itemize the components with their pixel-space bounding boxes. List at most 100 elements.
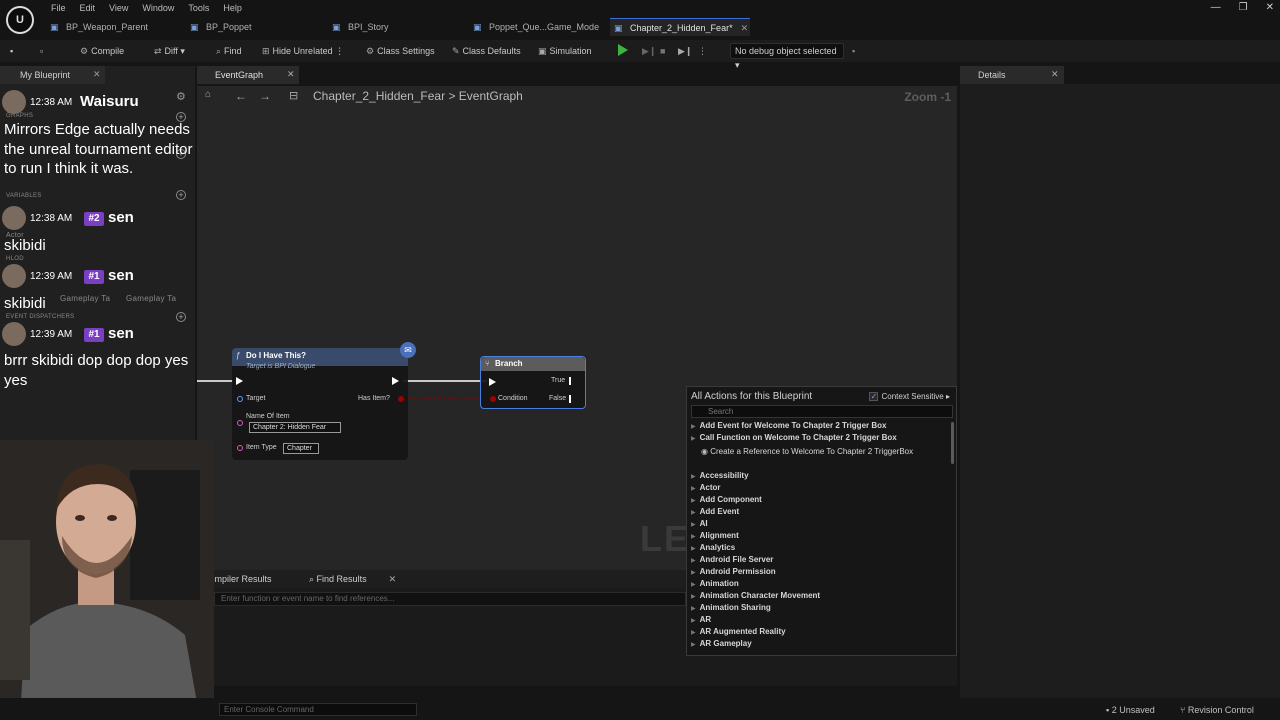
breadcrumb-root[interactable]: Chapter_2_Hidden_Fear bbox=[313, 89, 445, 103]
action-list-item[interactable]: ▶ Animation Sharing bbox=[691, 603, 771, 612]
expand-arrow-icon[interactable]: ▶ bbox=[691, 534, 696, 540]
step-icon[interactable]: ▶❙ bbox=[642, 44, 656, 58]
simulation-button[interactable]: ▣ Simulation bbox=[538, 44, 592, 58]
close-icon[interactable]: ✕ bbox=[93, 69, 101, 80]
class-settings-button[interactable]: ⚙ Class Settings bbox=[366, 44, 435, 58]
true-exec-pin[interactable] bbox=[569, 377, 571, 385]
menu-file[interactable]: File bbox=[44, 2, 73, 14]
node-do-i-have-this[interactable]: Do I Have This? Target is BPI Dialogue ƒ… bbox=[232, 342, 416, 460]
scrollbar[interactable] bbox=[951, 422, 954, 464]
menu-window[interactable]: Window bbox=[135, 2, 181, 14]
gear-icon[interactable]: ⚙ bbox=[176, 90, 186, 103]
menu-help[interactable]: Help bbox=[216, 2, 249, 14]
expand-arrow-icon[interactable]: ▶ bbox=[691, 498, 696, 504]
unsaved-indicator[interactable]: ▪ 2 Unsaved bbox=[1106, 705, 1155, 715]
close-icon[interactable]: ✕ bbox=[287, 69, 295, 80]
expand-arrow-icon[interactable]: ▶ bbox=[691, 510, 696, 516]
diff-button[interactable]: ⇄ Diff ▾ bbox=[154, 44, 185, 58]
tab-chapter-2-hidden-fear[interactable]: ▣ Chapter_2_Hidden_Fear* ✕ bbox=[610, 18, 750, 36]
minimize-icon[interactable]: — bbox=[1211, 2, 1221, 13]
tab-my-blueprint[interactable]: My Blueprint bbox=[0, 66, 105, 84]
tab-bp-poppet[interactable]: ▣ BP_Poppet bbox=[186, 18, 252, 36]
expand-arrow-icon[interactable]: ▶ bbox=[691, 594, 696, 600]
name-of-item-pin[interactable] bbox=[237, 420, 243, 426]
eject-icon[interactable]: ▶❙ bbox=[678, 44, 692, 58]
play-icon[interactable] bbox=[618, 44, 628, 56]
revision-control-button[interactable]: ⑂ Revision Control bbox=[1180, 705, 1254, 715]
hide-unrelated-button[interactable]: ⊞ Hide Unrelated ⋮ bbox=[262, 44, 344, 58]
menu-view[interactable]: View bbox=[102, 2, 135, 14]
tab-bp-weapon-parent[interactable]: ▣ BP_Weapon_Parent bbox=[46, 18, 148, 36]
close-icon[interactable]: ✕ bbox=[1051, 69, 1059, 80]
expand-arrow-icon[interactable]: ▶ bbox=[691, 582, 696, 588]
graph-home-icon[interactable]: ⌂ bbox=[205, 89, 211, 100]
action-list-item[interactable]: ▶ AR bbox=[691, 615, 711, 624]
action-list-item[interactable]: ▶ AI bbox=[691, 519, 708, 528]
name-of-item-field[interactable]: Chapter 2: Hidden Fear bbox=[249, 422, 341, 433]
false-exec-pin[interactable] bbox=[569, 395, 571, 403]
action-list-item[interactable]: ▶ Android File Server bbox=[691, 555, 773, 564]
expand-arrow-icon[interactable]: ▶ bbox=[691, 546, 696, 552]
expand-arrow-icon[interactable]: ▶ bbox=[691, 558, 696, 564]
action-list-item[interactable]: ▶ Actor bbox=[691, 483, 721, 492]
debug-object-select[interactable]: No debug object selected ▾ bbox=[730, 43, 844, 70]
expand-arrow-icon[interactable]: ▶ bbox=[691, 606, 696, 612]
maximize-icon[interactable]: ❐ bbox=[1239, 2, 1248, 13]
action-list-item[interactable]: ▶ Accessibility bbox=[691, 471, 749, 480]
context-sensitive-toggle[interactable]: ✓ Context Sensitive ▸ bbox=[869, 392, 950, 401]
tab-find-results[interactable]: ⌕ Find Results ✕ bbox=[303, 570, 396, 588]
action-list-item[interactable]: ▶ AR Gameplay bbox=[691, 639, 752, 648]
action-list-item[interactable]: ▶ Alignment bbox=[691, 531, 739, 540]
item-type-pin[interactable] bbox=[237, 445, 243, 451]
find-references-input[interactable]: Enter function or event name to find ref… bbox=[214, 592, 686, 606]
debug-filter-icon[interactable]: ▪ bbox=[852, 44, 855, 58]
action-list-item[interactable]: ▶ Animation Character Movement bbox=[691, 591, 820, 600]
close-icon[interactable]: ✕ bbox=[741, 23, 749, 33]
add-event-dispatcher-icon[interactable]: + bbox=[176, 312, 186, 322]
more-options-icon[interactable]: ⋮ bbox=[698, 44, 707, 58]
expand-arrow-icon[interactable]: ▶ bbox=[691, 570, 696, 576]
has-item-pin[interactable] bbox=[398, 396, 404, 402]
condition-pin[interactable] bbox=[490, 396, 496, 402]
expand-arrow-icon[interactable]: ▶ bbox=[691, 630, 696, 636]
action-list-item[interactable]: ▶ Call Function on Welcome To Chapter 2 T… bbox=[691, 433, 897, 442]
unreal-logo-icon[interactable]: U bbox=[6, 6, 34, 34]
exec-out-pin[interactable] bbox=[392, 377, 399, 385]
expand-arrow-icon[interactable]: ▶ bbox=[691, 618, 696, 624]
close-icon[interactable]: ✕ bbox=[389, 574, 397, 584]
action-list-item[interactable]: ▶ AR Augmented Reality bbox=[691, 627, 786, 636]
expand-arrow-icon[interactable]: ▶ bbox=[691, 474, 696, 480]
menu-tools[interactable]: Tools bbox=[181, 2, 216, 14]
exec-in-pin[interactable] bbox=[489, 378, 496, 386]
add-macro-icon[interactable]: + bbox=[176, 190, 186, 200]
action-list-item[interactable]: ▶ Android Permission bbox=[691, 567, 776, 576]
class-defaults-button[interactable]: ✎ Class Defaults bbox=[452, 44, 521, 58]
action-list-item[interactable]: ▶ Add Component bbox=[691, 495, 762, 504]
node-branch[interactable]: Branch ⑂ True Condition False bbox=[480, 356, 586, 409]
menu-edit[interactable]: Edit bbox=[73, 2, 103, 14]
compile-button[interactable]: ⚙ Compile bbox=[80, 44, 124, 58]
expand-arrow-icon[interactable]: ▶ bbox=[691, 642, 696, 648]
action-list-item[interactable]: ▶ Add Event bbox=[691, 507, 739, 516]
expand-arrow-icon[interactable]: ▶ bbox=[691, 424, 696, 430]
tab-event-graph[interactable]: EventGraph bbox=[197, 66, 299, 84]
action-search-input[interactable]: Search bbox=[691, 405, 953, 418]
target-pin[interactable] bbox=[237, 396, 243, 402]
expand-arrow-icon[interactable]: ▶ bbox=[691, 522, 696, 528]
tab-bpi-story[interactable]: ▣ BPI_Story bbox=[328, 18, 389, 36]
action-list-item[interactable]: ▶ Animation bbox=[691, 579, 739, 588]
exec-in-pin[interactable] bbox=[236, 377, 243, 385]
forward-arrow-icon[interactable]: → bbox=[259, 89, 271, 103]
expand-arrow-icon[interactable]: ▶ bbox=[691, 436, 696, 442]
item-type-field[interactable]: Chapter bbox=[283, 443, 319, 454]
action-list-item[interactable]: ▶ Add Event for Welcome To Chapter 2 Trig… bbox=[691, 421, 886, 430]
browse-icon[interactable]: ▫ bbox=[40, 44, 43, 58]
checkbox-checked-icon[interactable]: ✓ bbox=[869, 392, 879, 401]
action-list-item[interactable]: ◉ Create a Reference to Welcome To Chapt… bbox=[701, 447, 913, 456]
tab-details[interactable]: Details bbox=[960, 66, 1064, 84]
stop-icon[interactable]: ■ bbox=[660, 44, 665, 58]
expand-arrow-icon[interactable]: ▶ bbox=[691, 486, 696, 492]
console-command-input[interactable]: Enter Console Command bbox=[219, 703, 417, 716]
breadcrumb-leaf[interactable]: EventGraph bbox=[459, 89, 523, 103]
tab-game-mode[interactable]: ▣ Poppet_Que...Game_Mode bbox=[469, 18, 599, 36]
